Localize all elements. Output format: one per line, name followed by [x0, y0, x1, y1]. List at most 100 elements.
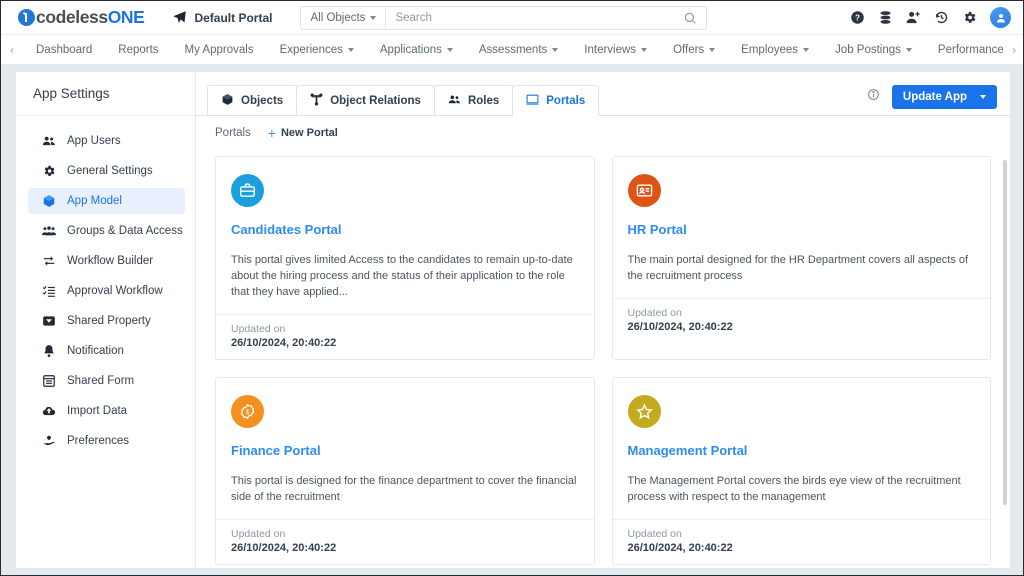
relations-icon [310, 93, 323, 109]
breadcrumb[interactable]: Portals [215, 127, 251, 139]
group-icon [41, 224, 56, 238]
new-portal-button[interactable]: + New Portal [268, 126, 338, 140]
svg-text:$: $ [246, 409, 250, 416]
portal-card-title[interactable]: HR Portal [628, 222, 976, 237]
portal-card-description: This portal is designed for the finance … [231, 474, 577, 503]
updated-on-value: 26/10/2024, 20:40:22 [627, 320, 733, 333]
nav-item-experiences[interactable]: Experiences [267, 44, 367, 56]
sidebar-item-preferences[interactable]: Preferences [28, 428, 185, 454]
chevron-down-icon [803, 47, 810, 52]
nav-label: My Approvals [184, 43, 254, 56]
chevron-down-icon [905, 47, 912, 52]
nav-item-reports[interactable]: Reports [105, 44, 171, 56]
portal-card-title[interactable]: Management Portal [628, 443, 976, 458]
updated-on-label: Updated on [627, 306, 682, 319]
portal-card-body: Candidates Portal This portal gives limi… [216, 157, 594, 314]
sidebar-item-label: Preferences [67, 435, 130, 447]
portal-card-footer: Updated on 26/10/2024, 20:40:22 [216, 518, 594, 564]
content-frame: App Settings App Users General Settings … [15, 71, 1011, 569]
tab-bar-actions: Update App [867, 85, 997, 109]
portal-selector[interactable]: Default Portal [172, 10, 272, 25]
search-input[interactable] [386, 11, 684, 24]
cloud-upload-icon [41, 404, 56, 418]
dollar-badge-icon: $ [231, 394, 264, 428]
tab-label: Object Relations [330, 94, 421, 107]
search-icon[interactable] [683, 11, 697, 25]
updated-on-label: Updated on [627, 527, 682, 540]
chevron-down-icon [709, 47, 716, 52]
sidebar-item-groups-data-access[interactable]: Groups & Data Access [28, 218, 185, 244]
updated-on-value: 26/10/2024, 20:40:22 [231, 541, 337, 554]
vertical-scrollbar[interactable] [1003, 160, 1007, 505]
nav-label: Performance Reviews [937, 43, 1003, 56]
arrows-icon [41, 254, 56, 268]
nav-item-applications[interactable]: Applications [367, 44, 466, 56]
nav-label: Interviews [584, 43, 637, 56]
info-icon[interactable] [867, 88, 880, 106]
nav-item-interviews[interactable]: Interviews [571, 44, 660, 56]
nav-item-performance-reviews[interactable]: Performance Reviews [925, 44, 1003, 56]
updated-on-label: Updated on [231, 322, 286, 335]
portal-card-body: $ Finance Portal This portal is designed… [216, 378, 594, 519]
portal-card-grid: Candidates Portal This portal gives limi… [215, 150, 991, 568]
sidebar-list: App Users General Settings App Model Gro… [16, 116, 195, 454]
portal-card[interactable]: Management Portal The Management Portal … [611, 376, 991, 565]
portal-card-footer: Updated on 26/10/2024, 20:40:22 [216, 313, 594, 359]
form-icon [41, 374, 56, 388]
cube-icon [41, 194, 56, 208]
tab-roles[interactable]: Roles [433, 85, 514, 115]
portal-card-title[interactable]: Candidates Portal [231, 222, 579, 237]
portal-card-title[interactable]: Finance Portal [231, 443, 579, 458]
object-filter-dropdown[interactable]: All Objects [301, 6, 387, 29]
nav-item-offers[interactable]: Offers [660, 44, 728, 56]
sidebar-item-workflow-builder[interactable]: Workflow Builder [28, 248, 185, 274]
app-window: codelessONE Default Portal All Objects ? [0, 0, 1024, 576]
sidebar-item-label: Approval Workflow [67, 285, 163, 297]
star-icon [627, 394, 661, 428]
add-user-icon[interactable] [906, 10, 921, 25]
database-icon[interactable] [878, 10, 893, 25]
portal-card[interactable]: $ Finance Portal This portal is designed… [215, 376, 595, 565]
sidebar-item-import-data[interactable]: Import Data [28, 398, 185, 424]
sidebar-item-notification[interactable]: Notification [28, 338, 185, 364]
nav-item-dashboard[interactable]: Dashboard [23, 44, 105, 56]
people-icon [448, 93, 461, 109]
tab-object-relations[interactable]: Object Relations [296, 85, 435, 115]
update-app-button[interactable]: Update App [891, 85, 997, 109]
preferences-icon [41, 434, 56, 448]
sidebar-item-app-users[interactable]: App Users [28, 128, 185, 154]
app-logo[interactable]: codelessONE [18, 7, 145, 28]
gear-icon[interactable] [962, 10, 977, 25]
nav-scroll-right-icon[interactable]: › [1003, 43, 1023, 57]
portal-card[interactable]: HR Portal The main portal designed for t… [611, 156, 991, 360]
history-icon[interactable] [934, 10, 949, 25]
sidebar-item-general-settings[interactable]: General Settings [28, 158, 185, 184]
bell-icon [41, 344, 56, 358]
portal-card[interactable]: Candidates Portal This portal gives limi… [215, 156, 595, 360]
sidebar-item-shared-form[interactable]: Shared Form [28, 368, 185, 394]
nav-item-assessments[interactable]: Assessments [466, 44, 571, 56]
portal-card-footer: Updated on 26/10/2024, 20:40:22 [612, 518, 990, 564]
tab-portals[interactable]: Portals [512, 85, 600, 116]
portal-selector-label: Default Portal [194, 10, 273, 25]
avatar[interactable] [990, 7, 1011, 28]
nav-scroll-left-icon[interactable]: ‹ [1, 43, 23, 57]
help-icon[interactable]: ? [850, 10, 865, 25]
nav-item-my-approvals[interactable]: My Approvals [172, 44, 267, 56]
sidebar-item-label: Shared Form [67, 375, 135, 387]
tab-objects[interactable]: Objects [207, 85, 298, 115]
nav-label: Offers [673, 43, 705, 56]
nav-item-employees[interactable]: Employees [728, 44, 822, 56]
nav-item-job-postings[interactable]: Job Postings [822, 44, 925, 56]
sidebar-item-shared-property[interactable]: Shared Property [28, 308, 185, 334]
sidebar-item-approval-workflow[interactable]: Approval Workflow [28, 278, 185, 304]
sidebar-item-label: Shared Property [67, 315, 151, 327]
sidebar-item-label: App Model [67, 195, 122, 207]
portal-card-description: The Management Portal covers the birds e… [627, 474, 961, 503]
sidebar-item-app-model[interactable]: App Model [28, 188, 185, 214]
tab-label: Objects [241, 94, 284, 107]
nav-label: Job Postings [835, 43, 901, 56]
briefcase-icon [231, 174, 264, 207]
global-search: All Objects [300, 5, 708, 30]
nav-label: Assessments [478, 43, 548, 56]
